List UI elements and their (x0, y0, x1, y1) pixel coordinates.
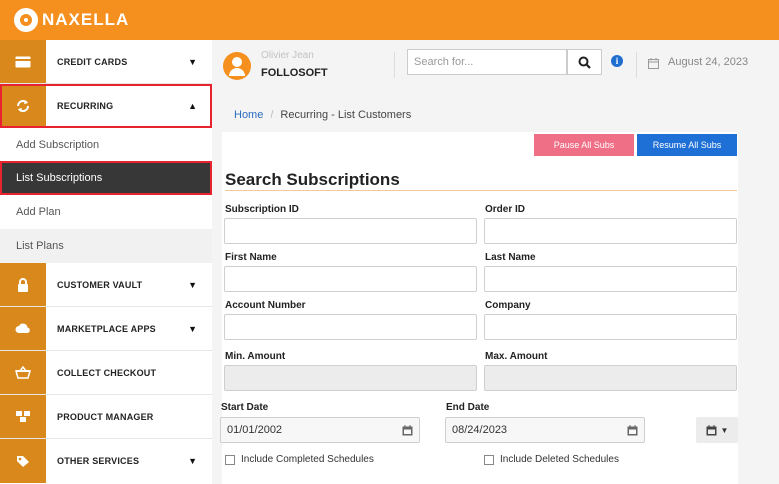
sidebar-item-other-services[interactable]: OTHER SERVICES ▼ (0, 439, 212, 483)
sidebar-subitem-list-subscriptions[interactable]: List Subscriptions (0, 161, 212, 195)
logo-icon (14, 8, 38, 32)
content-card: Home / Recurring - List Customers Pause … (220, 98, 738, 484)
tags-icon (0, 439, 46, 483)
sidebar-subitem-list-plans[interactable]: List Plans (0, 229, 212, 263)
subscription-id-field[interactable] (224, 218, 477, 244)
min-amount-label: Min. Amount (225, 351, 286, 362)
sidebar: CREDIT CARDS ▼ RECURRING ▲ Add Subscript… (0, 40, 212, 484)
account-number-field[interactable] (224, 314, 477, 340)
title-divider (225, 190, 737, 191)
company-label: Company (485, 300, 531, 311)
last-name-label: Last Name (485, 252, 536, 263)
logo[interactable]: NAXELLA (14, 8, 129, 32)
credit-card-icon (0, 40, 46, 83)
cloud-icon (0, 307, 46, 350)
pause-all-subs-button[interactable]: Pause All Subs (534, 134, 634, 156)
calendar-icon (648, 56, 659, 74)
order-id-field[interactable] (484, 218, 737, 244)
include-deleted-checkbox[interactable]: Include Deleted Schedules (484, 454, 619, 465)
caret-down-icon: ▼ (188, 456, 197, 466)
refresh-icon (0, 84, 46, 127)
company-field[interactable] (484, 314, 737, 340)
start-date-value: 01/01/2002 (227, 424, 283, 436)
start-date-field[interactable]: 01/01/2002 (220, 417, 420, 443)
sidebar-item-label: PRODUCT MANAGER (57, 411, 154, 422)
caret-down-icon: ▼ (188, 279, 197, 290)
sidebar-item-recurring[interactable]: RECURRING ▲ (0, 84, 212, 128)
last-name-field[interactable] (484, 266, 737, 292)
account-number-label: Account Number (225, 300, 306, 311)
sidebar-subitem-add-subscription[interactable]: Add Subscription (0, 128, 212, 162)
sidebar-item-product-manager[interactable]: PRODUCT MANAGER (0, 395, 212, 439)
sidebar-item-marketplace-apps[interactable]: MARKETPLACE APPS ▼ (0, 307, 212, 351)
breadcrumb-current: Recurring - List Customers (280, 109, 412, 121)
sidebar-item-label: OTHER SERVICES (57, 456, 140, 466)
logo-text: NAXELLA (42, 10, 130, 29)
current-date: August 24, 2023 (668, 56, 749, 68)
avatar-icon[interactable] (223, 52, 251, 80)
caret-down-icon: ▼ (188, 56, 197, 67)
sidebar-item-label: CUSTOMER VAULT (57, 279, 143, 290)
main-content: Olivier Jean FOLLOSOFT i August 24, 2023… (212, 40, 779, 484)
first-name-label: First Name (225, 252, 277, 263)
checkbox-box[interactable] (484, 454, 494, 465)
caret-down-icon: ▼ (720, 425, 729, 435)
search-icon (578, 56, 591, 69)
page-title: Search Subscriptions (225, 170, 400, 189)
sidebar-item-collect-checkout[interactable]: COLLECT CHECKOUT (0, 351, 212, 395)
search-input[interactable] (407, 49, 567, 75)
first-name-field[interactable] (224, 266, 477, 292)
caret-up-icon: ▲ (188, 100, 197, 111)
max-amount-label: Max. Amount (485, 351, 548, 362)
order-id-label: Order ID (485, 204, 526, 215)
include-completed-checkbox[interactable]: Include Completed Schedules (225, 454, 374, 465)
min-amount-field[interactable] (224, 365, 477, 391)
start-date-label: Start Date (221, 402, 269, 413)
info-icon[interactable]: i (611, 55, 623, 67)
breadcrumb: Home / Recurring - List Customers (222, 98, 738, 132)
calendar-icon[interactable] (402, 425, 413, 439)
sidebar-item-label: MARKETPLACE APPS (57, 323, 156, 334)
basket-icon (0, 351, 46, 394)
header-divider (636, 52, 637, 78)
boxes-icon (0, 395, 46, 438)
caret-down-icon: ▼ (188, 323, 197, 334)
sidebar-item-label: COLLECT CHECKOUT (57, 367, 157, 378)
calendar-icon[interactable] (627, 425, 638, 439)
date-range-dropdown[interactable]: ▼ (696, 417, 738, 443)
header-divider (394, 52, 395, 78)
sidebar-subitem-add-plan[interactable]: Add Plan (0, 195, 212, 229)
include-deleted-label: Include Deleted Schedules (500, 454, 619, 465)
user-name: Olivier Jean (261, 50, 314, 61)
include-completed-label: Include Completed Schedules (241, 454, 374, 465)
resume-all-subs-button[interactable]: Resume All Subs (637, 134, 737, 156)
breadcrumb-home-link[interactable]: Home (234, 109, 263, 121)
calendar-icon (706, 424, 717, 435)
search-button[interactable] (567, 49, 602, 75)
end-date-value: 08/24/2023 (452, 424, 508, 436)
end-date-label: End Date (446, 402, 490, 413)
end-date-field[interactable]: 08/24/2023 (445, 417, 645, 443)
sidebar-item-label: CREDIT CARDS (57, 56, 128, 67)
header: Olivier Jean FOLLOSOFT i August 24, 2023 (212, 40, 779, 90)
sidebar-item-label: RECURRING (57, 100, 114, 111)
lock-icon (0, 263, 46, 306)
checkbox-box[interactable] (225, 454, 235, 465)
sidebar-item-credit-cards[interactable]: CREDIT CARDS ▼ (0, 40, 212, 84)
user-company: FOLLOSOFT (261, 67, 328, 79)
sidebar-item-customer-vault[interactable]: CUSTOMER VAULT ▼ (0, 263, 212, 307)
subscription-id-label: Subscription ID (225, 204, 299, 215)
top-bar: NAXELLA (0, 0, 779, 40)
max-amount-field[interactable] (484, 365, 737, 391)
breadcrumb-separator: / (270, 109, 274, 121)
